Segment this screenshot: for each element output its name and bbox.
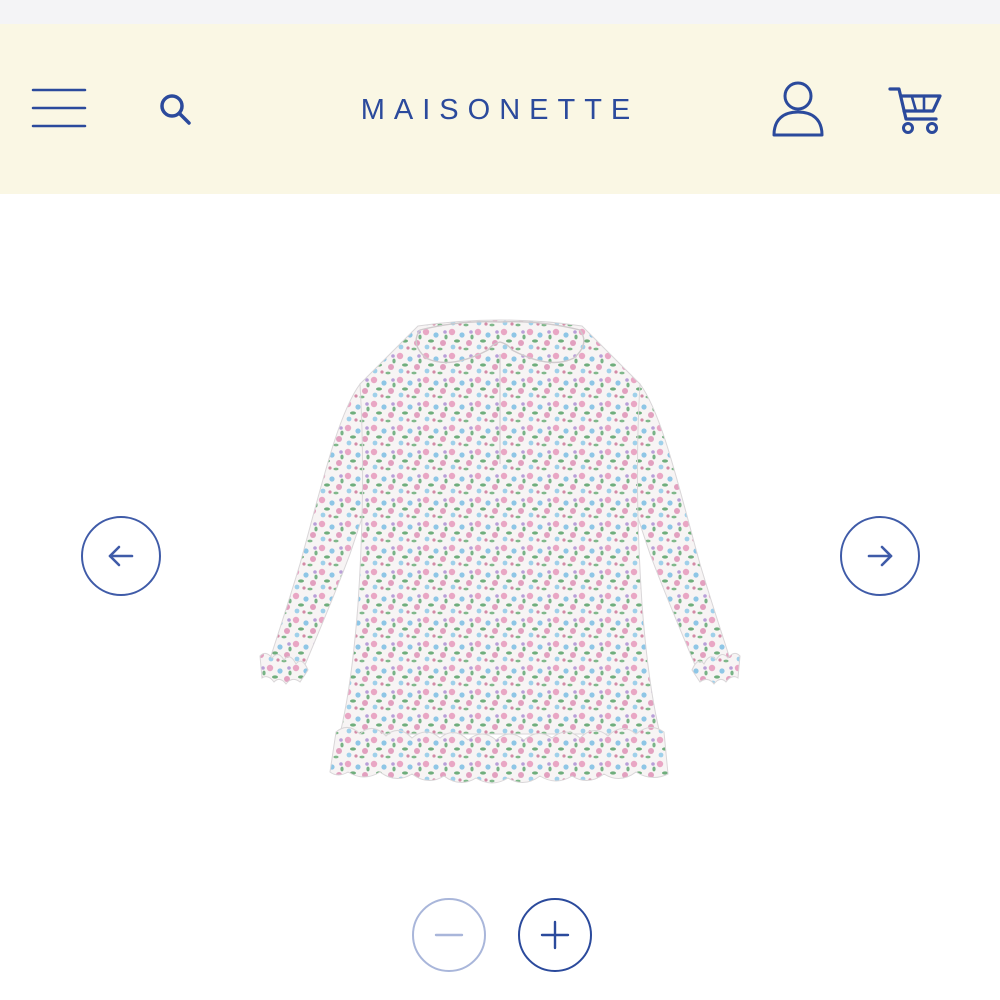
browser-top-strip — [0, 0, 1000, 25]
arrow-left-icon — [108, 545, 134, 567]
previous-image-button[interactable] — [81, 516, 161, 596]
search-icon — [160, 94, 191, 125]
account-button[interactable] — [766, 76, 830, 142]
arrow-right-icon — [867, 545, 893, 567]
product-image-carousel — [0, 194, 1000, 1000]
shopping-cart-icon — [888, 87, 942, 134]
zoom-in-button[interactable] — [518, 898, 592, 972]
zoom-out-button[interactable] — [412, 898, 486, 972]
brand-logo[interactable]: MAISONETTE — [250, 90, 750, 130]
cart-button[interactable] — [884, 80, 946, 140]
product-image[interactable] — [240, 304, 760, 804]
menu-button[interactable] — [28, 82, 90, 134]
site-header: MAISONETTE — [0, 24, 1000, 194]
next-image-button[interactable] — [840, 516, 920, 596]
plus-icon — [540, 920, 570, 950]
user-icon — [772, 81, 824, 137]
search-button[interactable] — [152, 86, 200, 134]
minus-icon — [434, 933, 464, 937]
hamburger-menu-icon — [31, 88, 87, 128]
